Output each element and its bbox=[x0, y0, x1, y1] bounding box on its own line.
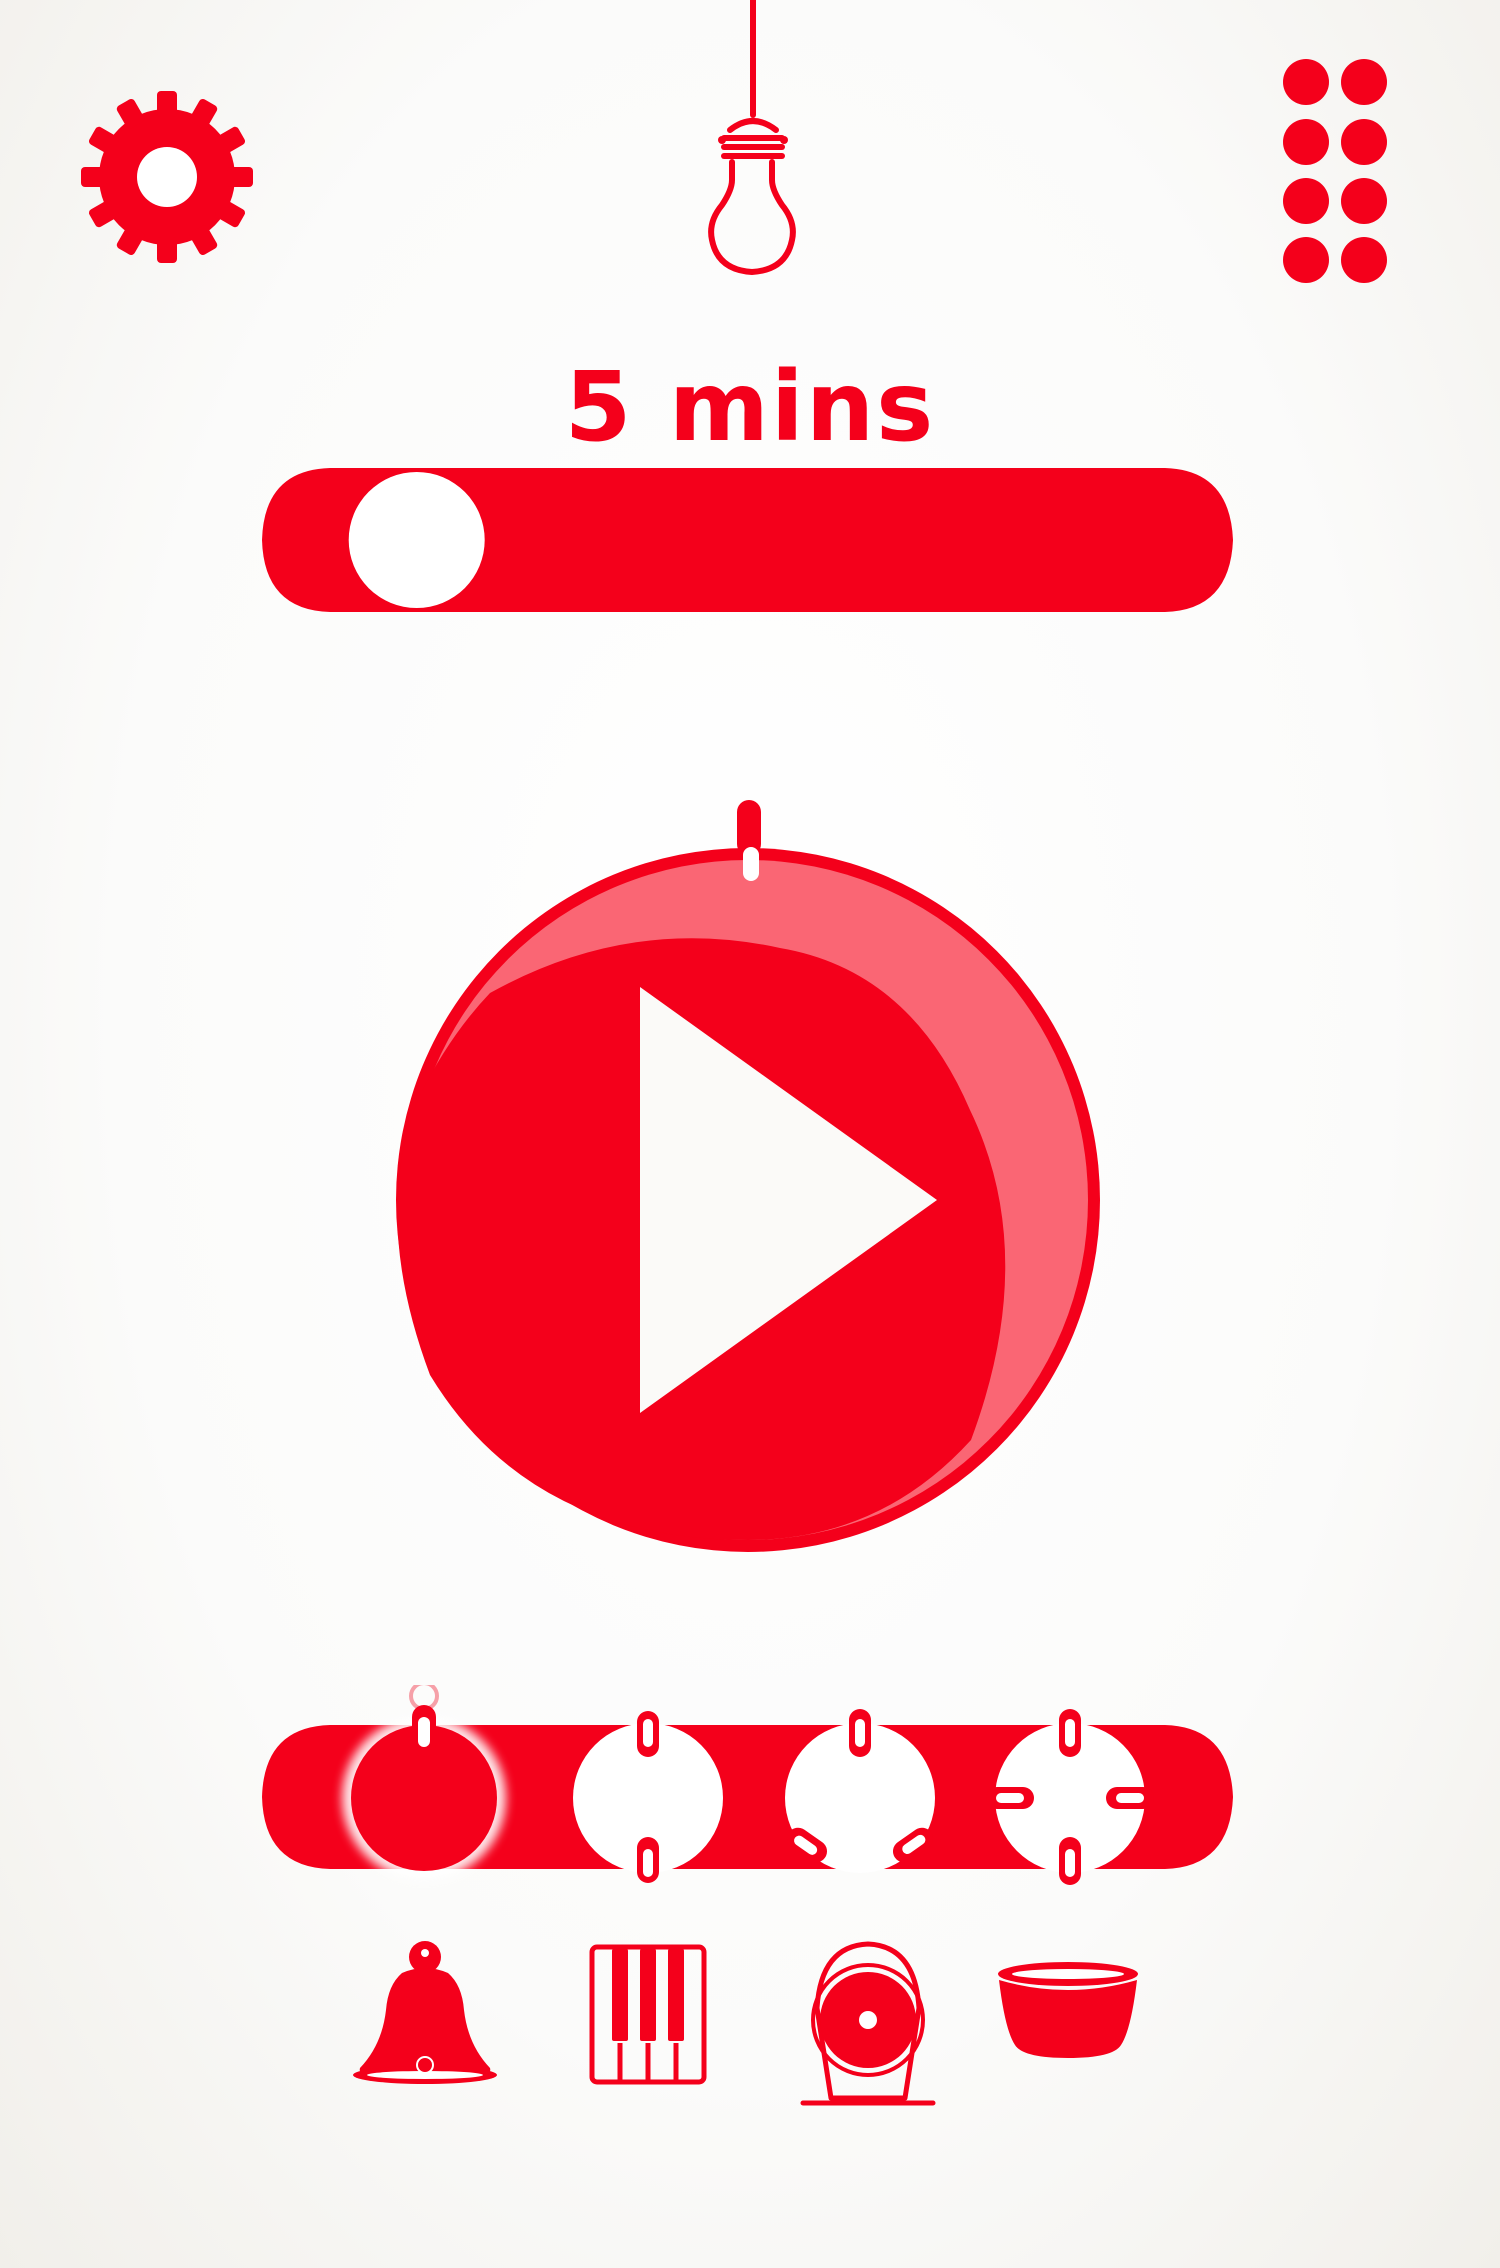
gong-icon bbox=[800, 1941, 936, 2106]
duration-label: 5 mins bbox=[564, 351, 936, 463]
strike-pattern-selector bbox=[260, 1685, 1235, 1890]
sound-bell-button[interactable] bbox=[350, 1935, 500, 2090]
pattern-one-strike[interactable] bbox=[342, 1685, 506, 1880]
play-button[interactable] bbox=[380, 795, 1120, 1565]
light-toggle-button[interactable] bbox=[680, 0, 825, 285]
sound-xylophone-button[interactable] bbox=[588, 1943, 708, 2088]
duration-slider[interactable] bbox=[260, 466, 1235, 614]
grid-dots-icon bbox=[1283, 59, 1387, 283]
lightbulb-icon bbox=[708, 0, 796, 275]
menu-button[interactable] bbox=[1270, 50, 1400, 300]
bell-icon bbox=[353, 1941, 497, 2084]
sound-gong-button[interactable] bbox=[793, 1938, 943, 2108]
single-strike-icon bbox=[409, 1685, 439, 1757]
xylophone-icon bbox=[589, 1944, 707, 2085]
sound-singing-bowl-button[interactable] bbox=[993, 1960, 1143, 2070]
settings-button[interactable] bbox=[75, 85, 260, 270]
singing-bowl-icon bbox=[998, 1962, 1138, 2058]
gear-icon bbox=[81, 91, 253, 263]
slider-thumb[interactable] bbox=[348, 472, 485, 608]
